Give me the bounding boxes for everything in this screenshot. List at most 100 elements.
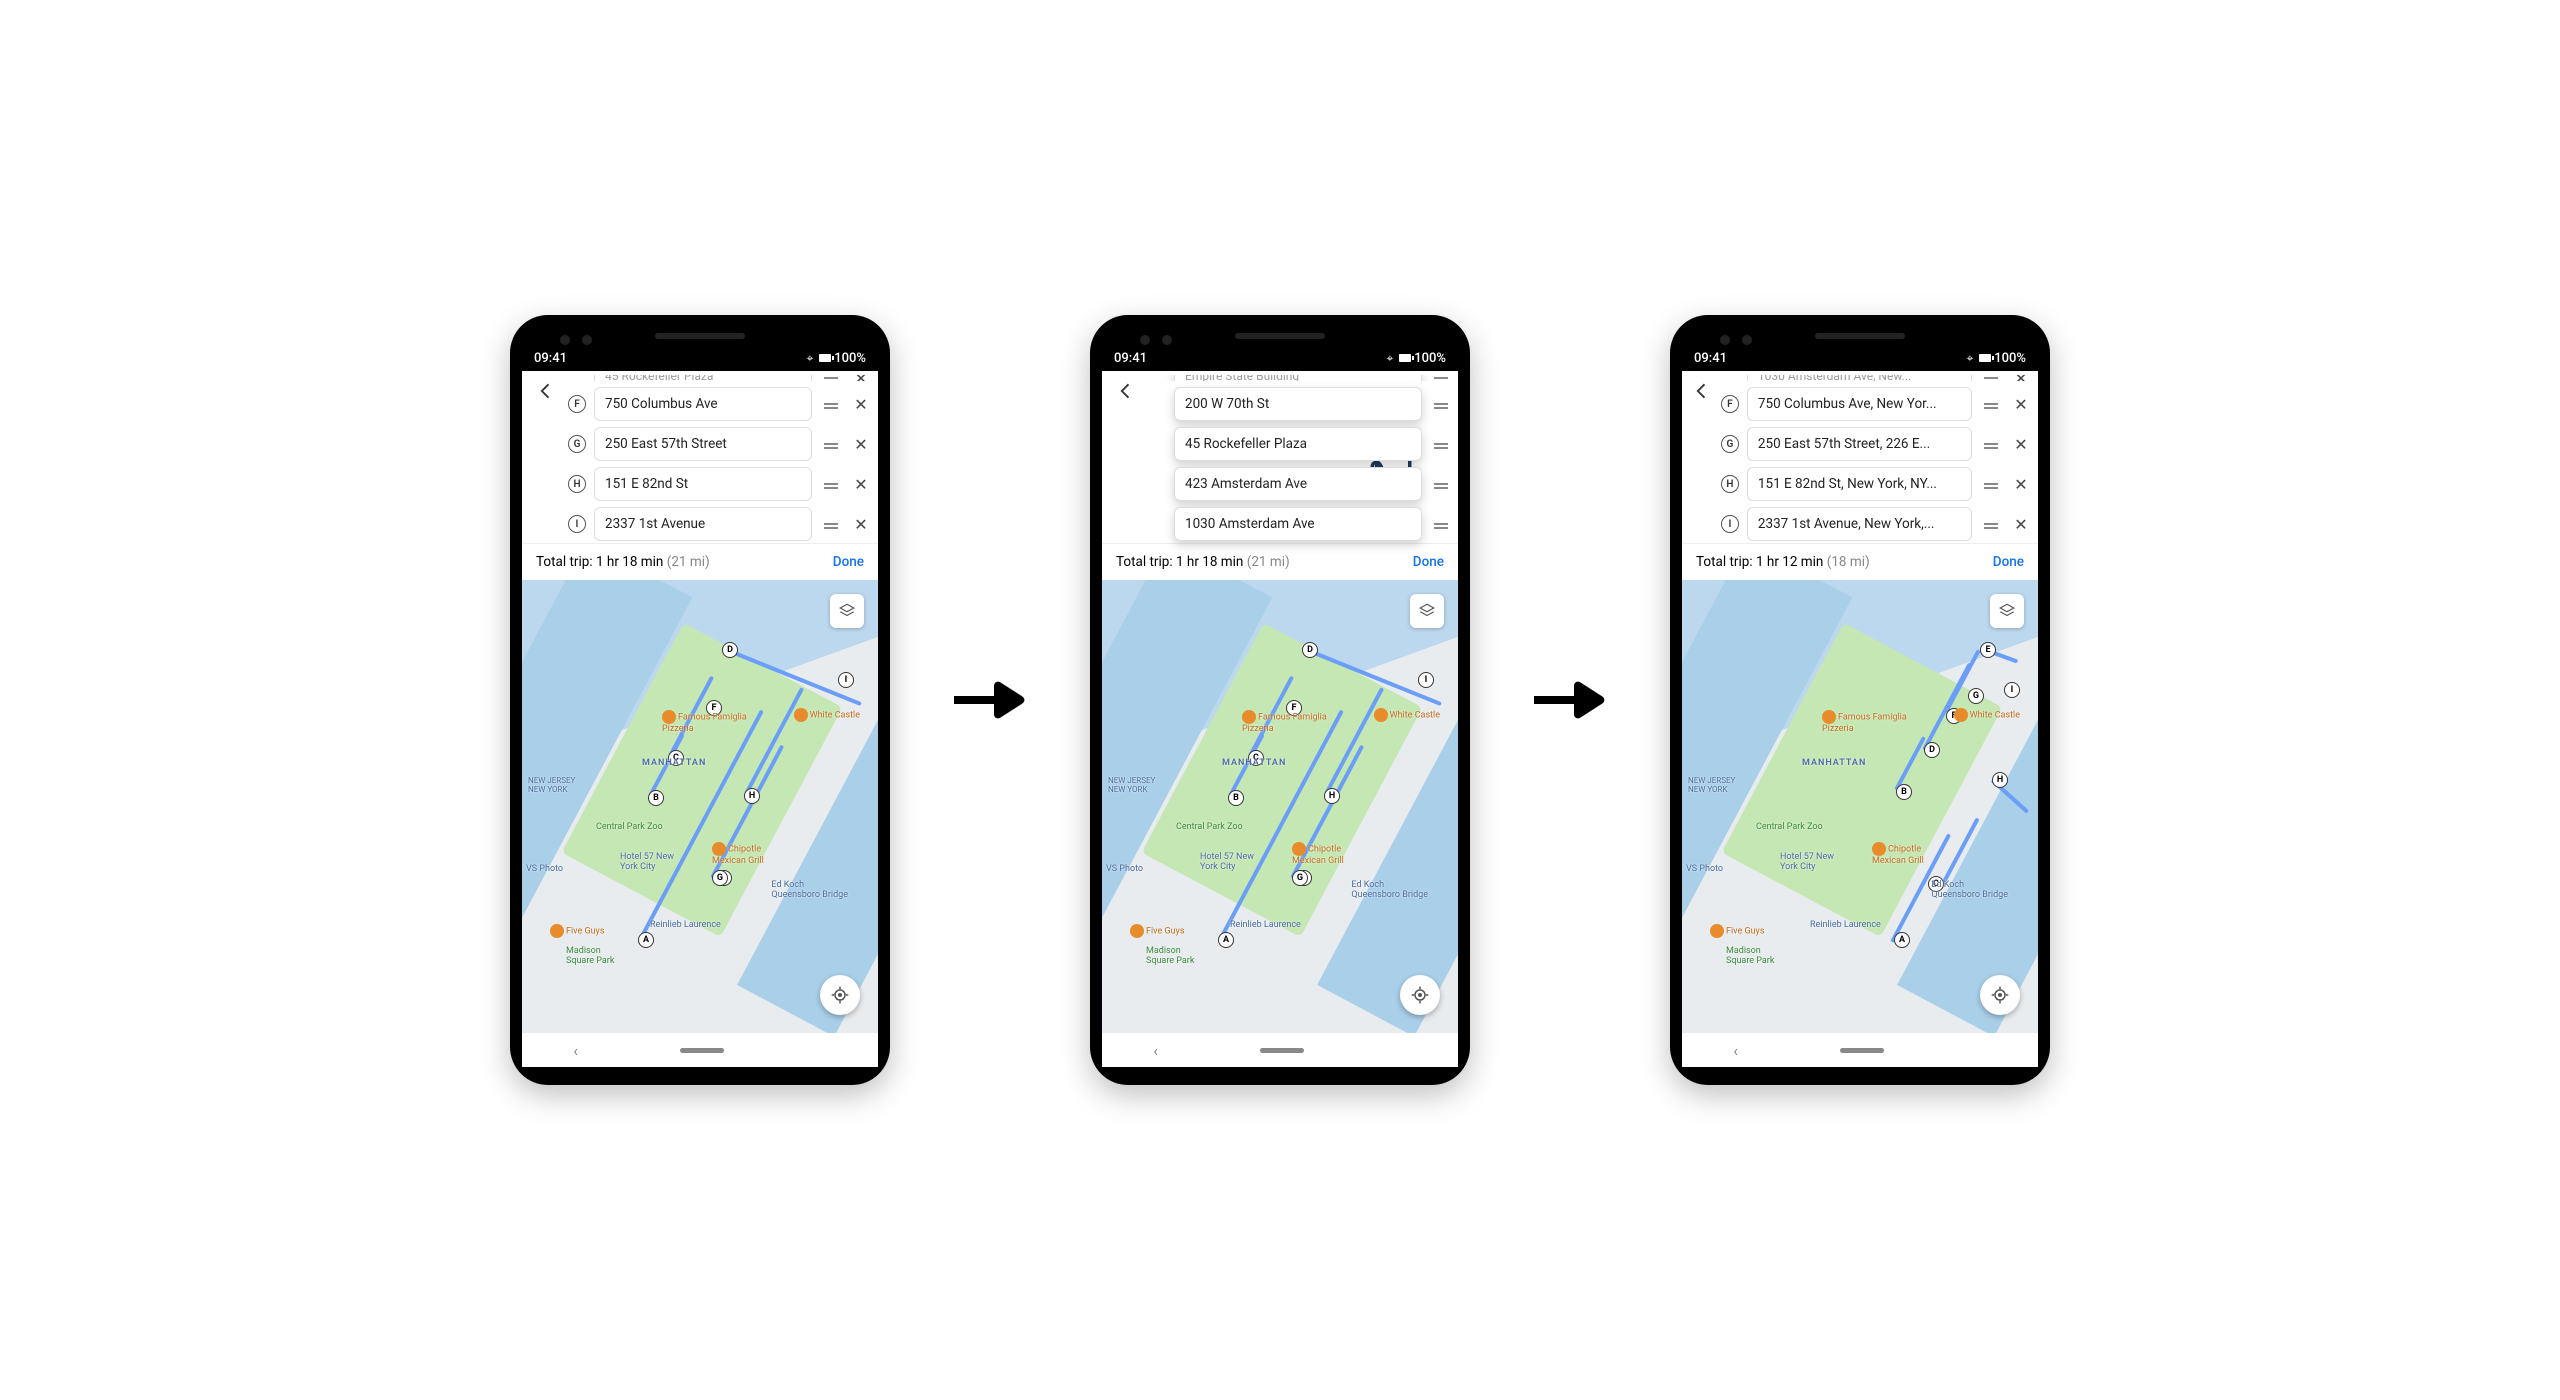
poi-chipotle: ChipotleMexican Grill [1872, 842, 1924, 866]
poi-nj: NEW JERSEYNEW YORK [1688, 776, 1735, 794]
trip-duration: Total trip: 1 hr 12 min (18 mi) [1696, 554, 1870, 570]
poi-reinlieb: Reinlieb Laurence [1230, 920, 1301, 930]
done-button[interactable]: Done [1413, 554, 1444, 570]
drag-handle-icon[interactable] [1980, 403, 2002, 405]
nav-home-pill[interactable] [1840, 1048, 1884, 1053]
nav-back-icon[interactable]: ‹ [1733, 1041, 1738, 1060]
drag-handle-icon[interactable] [820, 377, 842, 379]
my-location-button[interactable] [1400, 975, 1440, 1015]
waypoint-input[interactable]: 1030 Amsterdam Ave, New... [1747, 375, 1972, 381]
waypoint-input[interactable]: 45 Rockefeller Plaza [594, 375, 812, 381]
map-waypoint-E: E [1980, 642, 1996, 658]
location-status-icon [806, 351, 813, 366]
remove-waypoint-button[interactable]: ✕ [850, 475, 872, 494]
waypoint-list[interactable]: Empire State Building 200 W 70th St 45 R… [1148, 375, 1452, 541]
waypoint-list[interactable]: 45 Rockefeller Plaza ✕ F 750 Columbus Av… [568, 375, 872, 541]
poi-chipotle: ChipotleMexican Grill [1292, 842, 1344, 866]
clock: 09:41 [1114, 351, 1147, 366]
map-waypoint-I: I [838, 672, 854, 688]
screen: 09:41 100% Empire State Building 200 W 7… [1102, 345, 1458, 1067]
map-canvas[interactable]: DIFECHBGA Famous FamigliaPizzeria White … [522, 580, 878, 1033]
poi-zoo: Central Park Zoo [1756, 822, 1823, 832]
waypoint-input[interactable]: 423 Amsterdam Ave [1174, 467, 1422, 501]
remove-waypoint-button[interactable]: ✕ [850, 515, 872, 534]
remove-waypoint-button[interactable]: ✕ [2010, 515, 2032, 534]
waypoint-input[interactable]: 750 Columbus Ave, New Yor... [1747, 387, 1972, 421]
drag-handle-icon[interactable] [1430, 377, 1452, 379]
waypoint-row: H 151 E 82nd St, New York, NY... ✕ [1721, 467, 2032, 501]
waypoint-marker-icon: G [568, 435, 586, 453]
poi-vsphoto: VS Photo [1106, 864, 1143, 874]
poi-nj: NEW JERSEYNEW YORK [528, 776, 575, 794]
remove-waypoint-button[interactable]: ✕ [850, 435, 872, 454]
drag-handle-icon[interactable] [1430, 483, 1452, 485]
waypoint-row: G 250 East 57th Street ✕ [568, 427, 872, 461]
waypoint-input[interactable]: 151 E 82nd St [594, 467, 812, 501]
status-bar: 09:41 100% [1102, 345, 1458, 371]
map-waypoint-I: I [1418, 672, 1434, 688]
waypoint-input[interactable]: 1030 Amsterdam Ave [1174, 507, 1422, 541]
waypoint-list[interactable]: 1030 Amsterdam Ave, New... ✕ F 750 Colum… [1721, 375, 2032, 541]
map-layers-button[interactable] [830, 594, 864, 628]
waypoint-input[interactable]: 2337 1st Avenue, New York,... [1747, 507, 1972, 541]
poi-bridge: Ed KochQueensboro Bridge [771, 880, 848, 900]
drag-handle-icon[interactable] [1980, 523, 2002, 525]
drag-handle-icon[interactable] [1980, 377, 2002, 379]
nav-home-pill[interactable] [680, 1048, 724, 1053]
phone-frame: 09:41 100% 45 Rockefeller Plaza ✕ F 750 … [510, 315, 890, 1085]
back-button[interactable] [1108, 375, 1144, 541]
waypoint-input[interactable]: 45 Rockefeller Plaza [1174, 427, 1422, 461]
drag-handle-icon[interactable] [1980, 483, 2002, 485]
poi-nj: NEW JERSEYNEW YORK [1108, 776, 1155, 794]
map-layers-button[interactable] [1410, 594, 1444, 628]
remove-waypoint-button[interactable]: ✕ [850, 395, 872, 414]
phone-frame: 09:41 100% 1030 Amsterdam Ave, New... ✕ … [1670, 315, 2050, 1085]
battery-indicator: 100% [1979, 351, 2026, 366]
remove-waypoint-button[interactable]: ✕ [850, 375, 872, 381]
poi-whitecastle: White Castle [1374, 708, 1440, 722]
drag-handle-icon[interactable] [820, 483, 842, 485]
drag-handle-icon[interactable] [1430, 403, 1452, 405]
drag-handle-icon[interactable] [820, 523, 842, 525]
drag-handle-icon[interactable] [820, 443, 842, 445]
remove-waypoint-button[interactable]: ✕ [2010, 375, 2032, 381]
done-button[interactable]: Done [833, 554, 864, 570]
my-location-button[interactable] [1980, 975, 2020, 1015]
drag-handle-icon[interactable] [1980, 443, 2002, 445]
drag-handle-icon[interactable] [820, 403, 842, 405]
map-canvas[interactable]: DIFECHBGA Famous FamigliaPizzeria White … [1102, 580, 1458, 1033]
drag-handle-icon[interactable] [1430, 443, 1452, 445]
waypoint-input[interactable]: Empire State Building [1174, 375, 1422, 381]
waypoint-input[interactable]: 151 E 82nd St, New York, NY... [1747, 467, 1972, 501]
waypoint-row: 423 Amsterdam Ave [1148, 467, 1452, 501]
nav-back-icon[interactable]: ‹ [1153, 1041, 1158, 1060]
waypoint-input[interactable]: 250 East 57th Street, 226 E... [1747, 427, 1972, 461]
back-button[interactable] [528, 375, 564, 541]
nav-back-icon[interactable]: ‹ [573, 1041, 578, 1060]
waypoint-input[interactable]: 2337 1st Avenue [594, 507, 812, 541]
map-waypoint-I: I [2004, 682, 2020, 698]
remove-waypoint-button[interactable]: ✕ [2010, 475, 2032, 494]
waypoint-input[interactable]: 200 W 70th St [1174, 387, 1422, 421]
poi-chipotle: ChipotleMexican Grill [712, 842, 764, 866]
my-location-button[interactable] [820, 975, 860, 1015]
nav-home-pill[interactable] [1260, 1048, 1304, 1053]
map-layers-button[interactable] [1990, 594, 2024, 628]
trip-distance: (21 mi) [1247, 554, 1290, 570]
remove-waypoint-button[interactable]: ✕ [2010, 395, 2032, 414]
poi-pizzeria: Famous FamigliaPizzeria [662, 710, 747, 734]
poi-bridge: Ed KochQueensboro Bridge [1351, 880, 1428, 900]
poi-madison: MadisonSquare Park [1726, 946, 1774, 966]
battery-indicator: 100% [819, 351, 866, 366]
back-button[interactable] [1688, 375, 1717, 541]
remove-waypoint-button[interactable]: ✕ [2010, 435, 2032, 454]
drag-handle-icon[interactable] [1430, 523, 1452, 525]
map-waypoint-B: B [1896, 784, 1912, 800]
waypoint-marker-icon: F [1721, 395, 1739, 413]
map-canvas[interactable]: EIGFDHBCA Famous FamigliaPizzeria White … [1682, 580, 2038, 1033]
done-button[interactable]: Done [1993, 554, 2024, 570]
waypoint-row: F 750 Columbus Ave ✕ [568, 387, 872, 421]
poi-whitecastle: White Castle [794, 708, 860, 722]
waypoint-input[interactable]: 750 Columbus Ave [594, 387, 812, 421]
waypoint-input[interactable]: 250 East 57th Street [594, 427, 812, 461]
